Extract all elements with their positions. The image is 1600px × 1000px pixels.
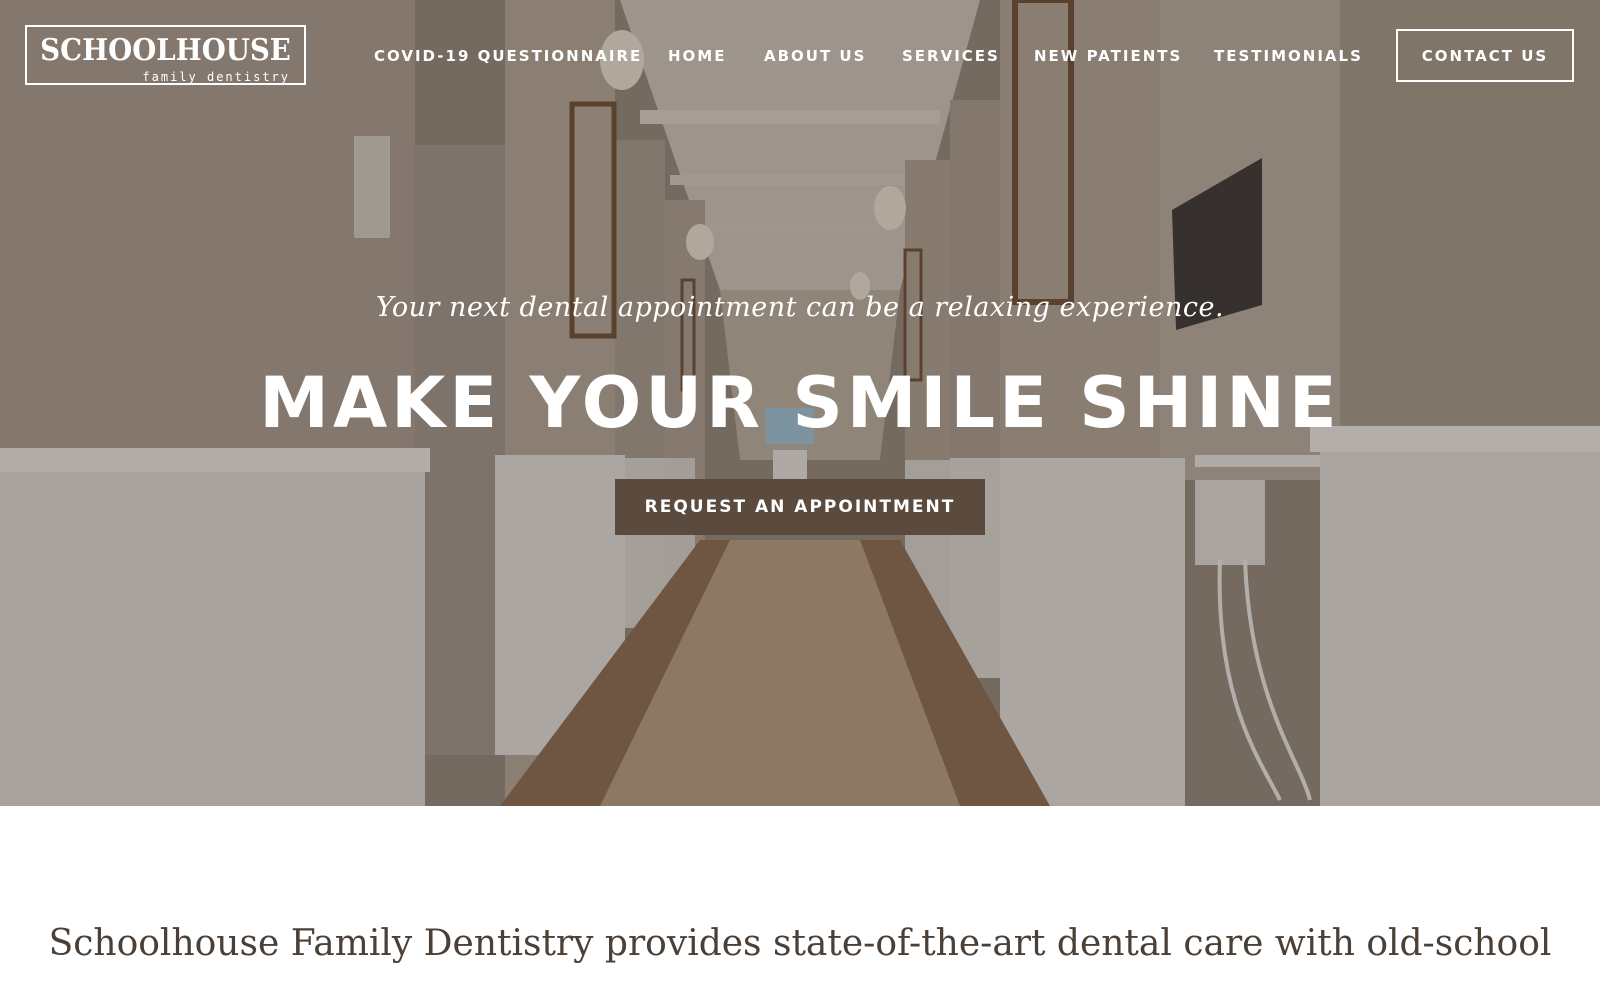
nav-item-new-patients[interactable]: NEW PATIENTS [1034,47,1182,65]
nav-item-services[interactable]: SERVICES [902,47,1000,65]
hero-tagline: Your next dental appointment can be a re… [375,292,1225,323]
nav-item-home[interactable]: HOME [668,47,726,65]
request-appointment-button[interactable]: REQUEST AN APPOINTMENT [615,479,985,535]
hero-headline: MAKE YOUR SMILE SHINE [259,362,1341,444]
nav-item-covid-questionnaire[interactable]: COVID-19 QUESTIONNAIRE [374,47,642,65]
site-header: SCHOOLHOUSE family dentistry COVID-19 QU… [0,0,1600,110]
brand-subtitle: family dentistry [142,70,290,84]
nav-item-testimonials[interactable]: TESTIMONIALS [1214,47,1363,65]
intro-text: Schoolhouse Family Dentistry provides st… [48,923,1552,964]
brand-name: SCHOOLHOUSE [40,33,291,68]
brand-logo[interactable]: SCHOOLHOUSE family dentistry [25,25,306,85]
nav-item-about-us[interactable]: ABOUT US [764,47,866,65]
contact-us-button[interactable]: CONTACT US [1396,29,1574,82]
